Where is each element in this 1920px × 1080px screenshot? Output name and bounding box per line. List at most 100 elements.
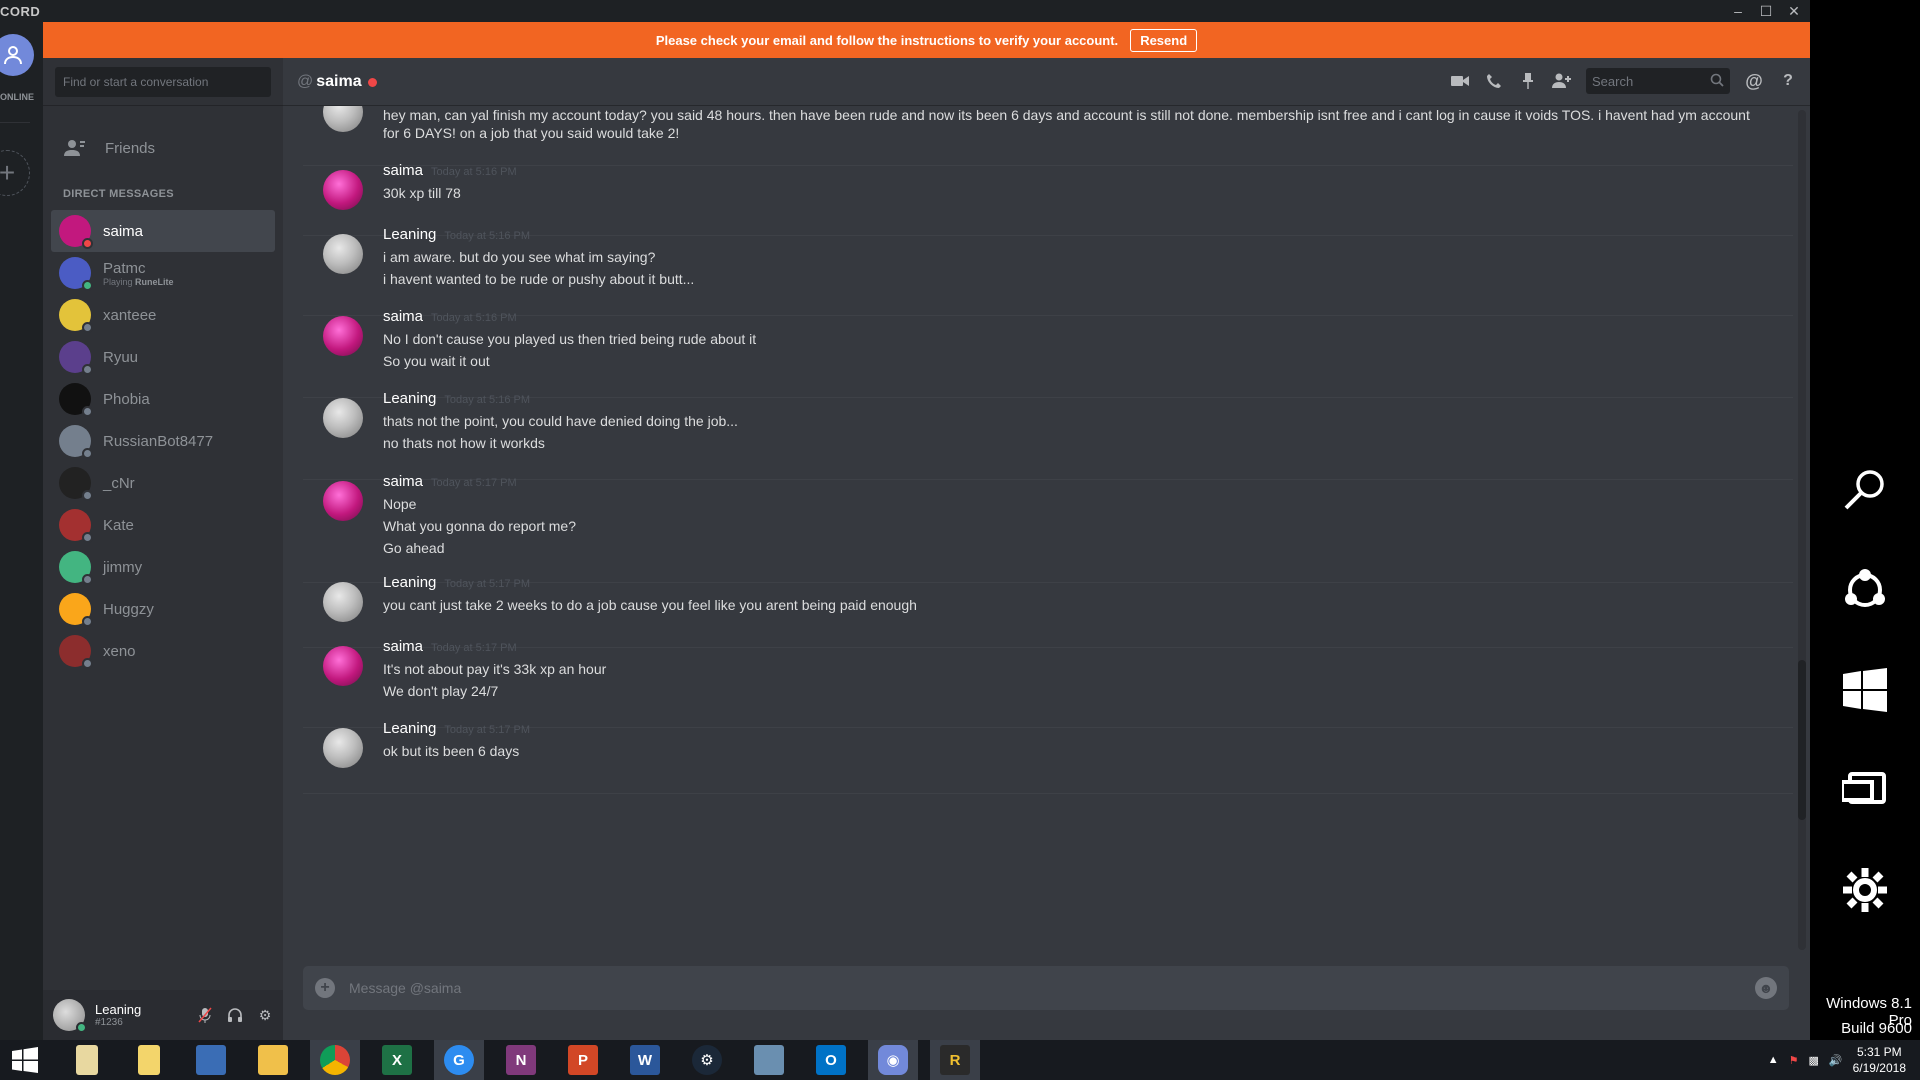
message-author[interactable]: saima xyxy=(383,162,423,179)
message-author[interactable]: Leaning xyxy=(383,720,436,737)
message-author[interactable]: saima xyxy=(383,308,423,325)
message-line: 30k xp till 78 xyxy=(383,185,461,201)
start-button[interactable] xyxy=(0,1040,50,1080)
dm-activity: Playing RuneLite xyxy=(103,277,174,287)
search-icon xyxy=(1710,73,1724,87)
message-avatar[interactable] xyxy=(323,481,363,521)
message-line: i havent wanted to be rude or pushy abou… xyxy=(383,271,695,287)
dm-item-xeno[interactable]: xeno xyxy=(51,630,275,672)
maximize-icon[interactable]: ☐ xyxy=(1752,0,1780,22)
taskbar-onenote-icon[interactable]: N xyxy=(496,1040,546,1080)
emoji-picker-icon[interactable]: ☻ xyxy=(1755,977,1777,999)
search-input[interactable] xyxy=(1586,68,1730,94)
message-avatar[interactable] xyxy=(323,728,363,768)
message-author[interactable]: Leaning xyxy=(383,226,436,243)
windows-start-icon xyxy=(12,1047,38,1073)
taskbar-runelite-icon[interactable]: R xyxy=(930,1040,980,1080)
taskbar-steam-icon[interactable]: ⚙ xyxy=(682,1040,732,1080)
taskbar-app-icon[interactable]: G xyxy=(434,1040,484,1080)
dm-item-xanteee[interactable]: xanteee xyxy=(51,294,275,336)
message-avatar[interactable] xyxy=(323,106,363,132)
taskbar-powerpoint-icon[interactable]: P xyxy=(558,1040,608,1080)
system-clock[interactable]: 5:31 PM 6/19/2018 xyxy=(1853,1044,1906,1076)
message-line: Nope xyxy=(383,496,417,512)
system-tray: ▲ ⚑ ▩ 🔊 5:31 PM 6/19/2018 xyxy=(1768,1040,1920,1080)
avatar xyxy=(59,509,93,543)
dm-item-kate[interactable]: Kate xyxy=(51,504,275,546)
volume-icon[interactable]: 🔊 xyxy=(1829,1054,1843,1067)
message-author[interactable]: Leaning xyxy=(383,574,436,591)
status-indicator xyxy=(82,280,93,291)
voice-call-icon[interactable] xyxy=(1484,71,1504,91)
avatar xyxy=(59,551,93,585)
taskbar-outlook-icon[interactable]: O xyxy=(806,1040,856,1080)
dm-item--cnr[interactable]: _cNr xyxy=(51,462,275,504)
add-friend-to-dm-icon[interactable] xyxy=(1552,71,1572,91)
mentions-icon[interactable]: @ xyxy=(1744,71,1764,91)
message-avatar[interactable] xyxy=(323,398,363,438)
message-author[interactable]: saima xyxy=(383,638,423,655)
mute-microphone-icon[interactable] xyxy=(197,1007,213,1023)
taskbar-network-icon[interactable] xyxy=(744,1040,794,1080)
taskbar-excel-icon[interactable]: X xyxy=(372,1040,422,1080)
taskbar-word-icon[interactable]: W xyxy=(620,1040,670,1080)
message-avatar[interactable] xyxy=(323,316,363,356)
message-timestamp: Today at 5:16 PM xyxy=(444,394,530,406)
taskbar-computer-icon[interactable] xyxy=(186,1040,236,1080)
video-call-icon[interactable] xyxy=(1450,71,1470,91)
network-signal-icon[interactable]: ▩ xyxy=(1809,1054,1819,1067)
resend-button[interactable]: Resend xyxy=(1130,28,1198,52)
friends-nav-item[interactable]: Friends xyxy=(51,128,275,168)
dm-item-russianbot8477[interactable]: RussianBot8477 xyxy=(51,420,275,462)
message-avatar[interactable] xyxy=(323,234,363,274)
dm-item-phobia[interactable]: Phobia xyxy=(51,378,275,420)
message-list: LeaningToday at 5:14 PMhey man, can yal … xyxy=(283,106,1793,950)
close-icon[interactable]: ✕ xyxy=(1780,0,1808,22)
taskbar-file-explorer-icon[interactable] xyxy=(248,1040,298,1080)
taskbar-chrome-icon[interactable] xyxy=(310,1040,360,1080)
dm-item-jimmy[interactable]: jimmy xyxy=(51,546,275,588)
taskbar-folder-icon[interactable] xyxy=(124,1040,174,1080)
help-icon[interactable]: ? xyxy=(1778,71,1798,91)
taskbar-discord-icon[interactable]: ◉ xyxy=(868,1040,918,1080)
dm-item-saima[interactable]: saima xyxy=(51,210,275,252)
user-settings-gear-icon[interactable]: ⚙ xyxy=(257,1007,273,1023)
message-line: ok but its been 6 days xyxy=(383,743,520,759)
message-avatar[interactable] xyxy=(323,646,363,686)
message-avatar[interactable] xyxy=(323,582,363,622)
dm-item-huggzy[interactable]: Huggzy xyxy=(51,588,275,630)
find-conversation-input[interactable] xyxy=(55,67,271,97)
dm-item-patmc[interactable]: Patmc Playing RuneLite xyxy=(51,252,275,294)
start-charm[interactable] xyxy=(1810,650,1920,730)
windows-taskbar: X G N P W ⚙ O ◉ R ▲ ⚑ ▩ 🔊 5:31 PM 6/19/2… xyxy=(0,1040,1920,1080)
user-avatar[interactable] xyxy=(53,999,87,1033)
verify-email-banner: Please check your email and follow the i… xyxy=(43,22,1810,58)
action-center-icon[interactable]: ⚑ xyxy=(1789,1054,1799,1067)
headphones-icon[interactable] xyxy=(227,1007,243,1023)
avatar xyxy=(59,341,93,375)
message-scrollbar[interactable] xyxy=(1798,110,1806,950)
minimize-icon[interactable]: – xyxy=(1724,0,1752,22)
dm-item-ryuu[interactable]: Ryuu xyxy=(51,336,275,378)
avatar xyxy=(59,383,93,417)
taskbar-file-icon[interactable] xyxy=(62,1040,112,1080)
pinned-messages-icon[interactable] xyxy=(1518,71,1538,91)
devices-icon xyxy=(1842,772,1886,804)
message-avatar[interactable] xyxy=(323,170,363,210)
scrollbar-thumb[interactable] xyxy=(1798,660,1806,820)
direct-messages-header: Direct Messages xyxy=(63,188,174,200)
home-button[interactable] xyxy=(0,34,34,76)
message-input[interactable] xyxy=(349,966,1755,1010)
settings-charm[interactable] xyxy=(1810,850,1920,930)
message-author[interactable]: Leaning xyxy=(383,390,436,407)
message-author[interactable]: saima xyxy=(383,473,423,490)
status-indicator xyxy=(82,490,93,501)
upload-plus-icon[interactable]: + xyxy=(315,978,335,998)
devices-charm[interactable] xyxy=(1810,750,1920,830)
tray-expand-icon[interactable]: ▲ xyxy=(1768,1054,1779,1066)
share-charm[interactable] xyxy=(1810,550,1920,630)
add-server-button[interactable]: + xyxy=(0,150,30,196)
avatar xyxy=(59,299,93,333)
status-indicator xyxy=(82,238,93,249)
search-charm[interactable] xyxy=(1810,450,1920,530)
